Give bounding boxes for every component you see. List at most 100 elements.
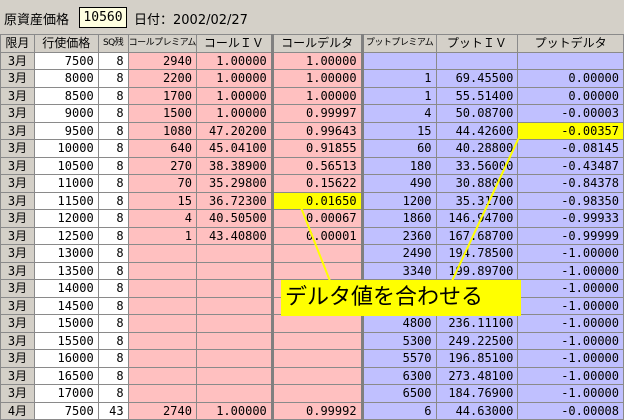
cell-call-iv[interactable] [195,314,273,333]
cell-call-premium[interactable]: 1 [127,226,197,245]
cell-put-iv[interactable]: 199.89700 [435,261,519,280]
table-row[interactable]: 3月 11500 8 15 36.72300 0.01650 1200 35.31700 -0.… [0,191,624,210]
table-row[interactable]: 3月 9500 8 1080 47.20200 0.99643 15 44.42600 -0.0… [0,121,624,140]
cell-put-iv[interactable]: 30.88000 [435,174,519,193]
cell-call-delta[interactable] [270,314,363,333]
cell-put-premium[interactable]: 6500 [360,384,437,403]
cell-call-iv[interactable]: 1.00000 [195,51,273,70]
cell-put-delta[interactable]: -0.00003 [517,104,624,123]
cell-month[interactable]: 3月 [0,121,35,140]
cell-put-iv[interactable]: 44.42600 [435,121,519,140]
cell-month[interactable]: 3月 [0,261,35,280]
cell-call-premium[interactable] [127,331,197,350]
cell-strike[interactable]: 15500 [33,331,99,350]
cell-call-premium[interactable]: 1700 [127,86,197,105]
cell-put-delta[interactable]: -0.99933 [517,209,624,228]
cell-put-premium[interactable]: 15 [360,121,437,140]
cell-put-premium[interactable]: 3340 [360,261,437,280]
cell-month[interactable]: 3月 [0,331,35,350]
cell-call-premium[interactable]: 1080 [127,121,197,140]
cell-call-premium[interactable]: 2740 [127,401,197,420]
cell-call-iv[interactable]: 35.29800 [195,174,273,193]
cell-sq-remaining[interactable]: 8 [97,296,129,315]
table-row[interactable]: 4月 7500 43 2740 1.00000 0.99992 6 44.63000 -0.00… [0,401,624,420]
cell-strike[interactable]: 15000 [33,314,99,333]
table-row[interactable]: 3月 15000 8 4800 236.11100 -1.00000 [0,314,624,333]
col-header-put-premium[interactable]: プットプレミアム [360,34,437,53]
cell-sq-remaining[interactable]: 8 [97,121,129,140]
cell-call-delta[interactable]: 0.99997 [270,104,363,123]
col-header-call-iv[interactable]: コールＩＶ [195,34,273,53]
cell-put-iv[interactable]: 249.22500 [435,331,519,350]
cell-month[interactable]: 3月 [0,314,35,333]
cell-call-premium[interactable]: 70 [127,174,197,193]
cell-sq-remaining[interactable]: 8 [97,156,129,175]
col-header-strike[interactable]: 行使価格 [33,34,99,53]
table-row[interactable]: 3月 7500 8 2940 1.00000 1.00000 [0,51,624,70]
cell-strike[interactable]: 7500 [33,51,99,70]
cell-call-delta[interactable] [270,384,363,403]
cell-call-premium[interactable]: 640 [127,139,197,158]
cell-put-premium[interactable]: 6300 [360,366,437,385]
cell-put-premium[interactable]: 1 [360,86,437,105]
cell-call-iv[interactable]: 36.72300 [195,191,273,210]
cell-call-premium[interactable] [127,244,197,263]
table-row[interactable]: 3月 16500 8 6300 273.48100 -1.00000 [0,366,624,385]
table-row[interactable]: 3月 17000 8 6500 184.76900 -1.00000 [0,384,624,403]
cell-put-premium[interactable]: 2490 [360,244,437,263]
cell-put-iv[interactable]: 33.56000 [435,156,519,175]
cell-sq-remaining[interactable]: 8 [97,314,129,333]
cell-sq-remaining[interactable]: 8 [97,139,129,158]
cell-call-delta[interactable] [270,349,363,368]
cell-put-delta[interactable]: -0.99999 [517,226,624,245]
cell-call-iv[interactable]: 47.20200 [195,121,273,140]
cell-sq-remaining[interactable]: 8 [97,331,129,350]
cell-call-delta[interactable]: 0.15622 [270,174,363,193]
table-row[interactable]: 3月 13000 8 2490 194.78500 -1.00000 [0,244,624,263]
cell-call-delta[interactable] [270,244,363,263]
cell-put-delta[interactable]: -1.00000 [517,331,624,350]
cell-call-premium[interactable]: 270 [127,156,197,175]
cell-sq-remaining[interactable]: 8 [97,51,129,70]
table-row[interactable]: 3月 12500 8 1 43.40800 0.00001 2360 167.68700 -0.… [0,226,624,245]
cell-put-delta[interactable]: -0.98350 [517,191,624,210]
cell-month[interactable]: 3月 [0,279,35,298]
cell-call-iv[interactable] [195,366,273,385]
cell-month[interactable]: 3月 [0,349,35,368]
cell-month[interactable]: 3月 [0,244,35,263]
cell-month[interactable]: 3月 [0,69,35,88]
cell-put-iv[interactable]: 40.28800 [435,139,519,158]
cell-strike[interactable]: 12000 [33,209,99,228]
cell-sq-remaining[interactable]: 8 [97,279,129,298]
table-row[interactable]: 3月 8500 8 1700 1.00000 1.00000 1 55.51400 0.0000… [0,86,624,105]
cell-put-iv[interactable]: 184.76900 [435,384,519,403]
table-row[interactable]: 3月 11000 8 70 35.29800 0.15622 490 30.88000 -0.8… [0,174,624,193]
cell-sq-remaining[interactable]: 8 [97,261,129,280]
table-row[interactable]: 3月 9000 8 1500 1.00000 0.99997 4 50.08700 -0.000… [0,104,624,123]
cell-month[interactable]: 3月 [0,191,35,210]
cell-put-premium[interactable]: 2360 [360,226,437,245]
cell-sq-remaining[interactable]: 8 [97,69,129,88]
cell-call-iv[interactable]: 1.00000 [195,86,273,105]
cell-sq-remaining[interactable]: 8 [97,244,129,263]
cell-strike[interactable]: 9000 [33,104,99,123]
cell-put-iv[interactable] [435,51,519,70]
cell-month[interactable]: 3月 [0,209,35,228]
cell-strike[interactable]: 13500 [33,261,99,280]
cell-put-delta[interactable]: 0.00000 [517,86,624,105]
cell-month[interactable]: 4月 [0,401,35,420]
cell-call-premium[interactable] [127,296,197,315]
cell-call-iv[interactable]: 1.00000 [195,104,273,123]
cell-put-premium[interactable]: 6 [360,401,437,420]
underlying-price-field[interactable]: 10560 [79,7,127,28]
cell-month[interactable]: 3月 [0,296,35,315]
cell-put-iv[interactable]: 167.68700 [435,226,519,245]
cell-month[interactable]: 3月 [0,156,35,175]
cell-call-premium[interactable] [127,279,197,298]
cell-strike[interactable]: 7500 [33,401,99,420]
cell-put-premium[interactable]: 180 [360,156,437,175]
cell-strike[interactable]: 11000 [33,174,99,193]
table-row[interactable]: 3月 10500 8 270 38.38900 0.56513 180 33.56000 -0.… [0,156,624,175]
cell-call-iv[interactable] [195,244,273,263]
table-row[interactable]: 3月 15500 8 5300 249.22500 -1.00000 [0,331,624,350]
